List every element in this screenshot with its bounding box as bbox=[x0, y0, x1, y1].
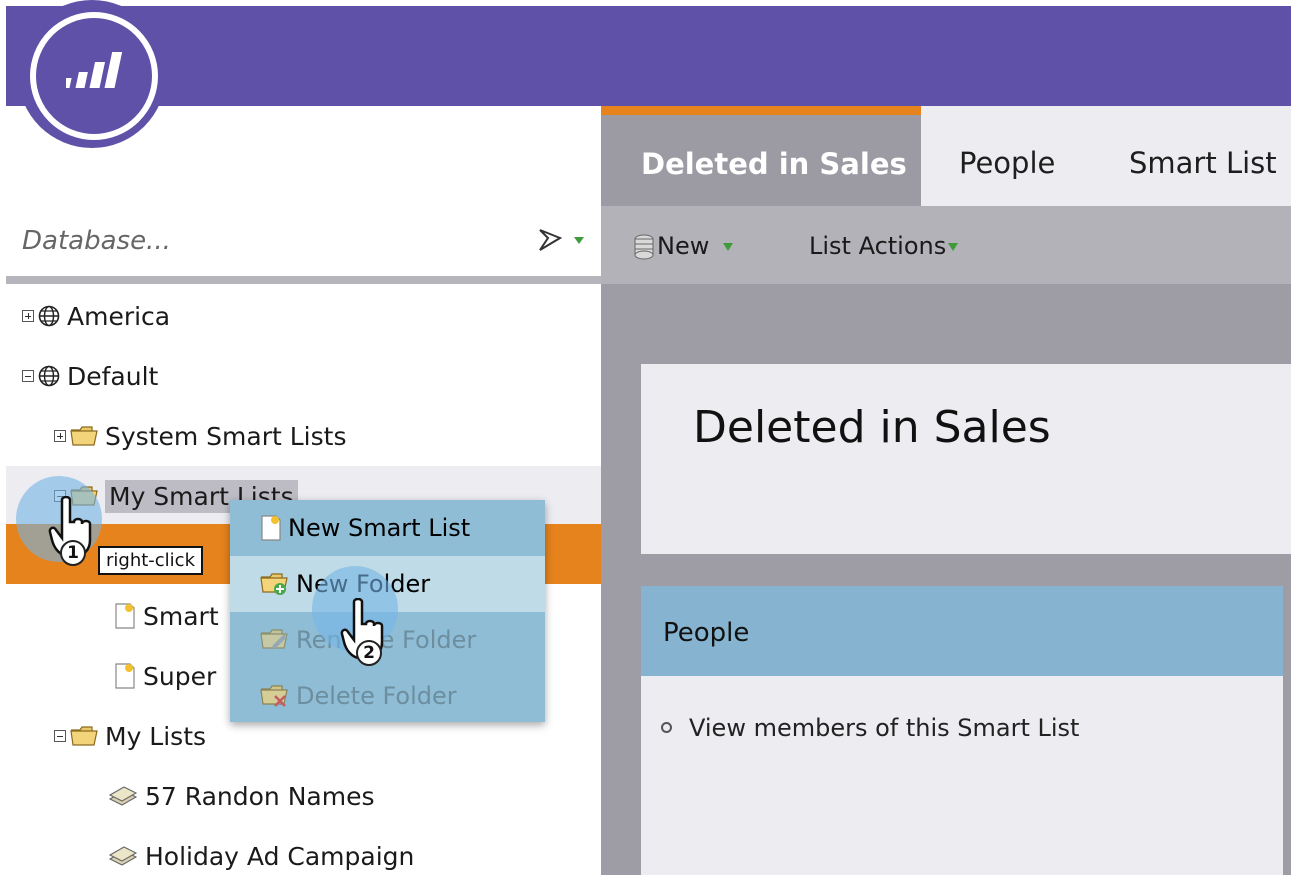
static-list-icon bbox=[108, 846, 138, 866]
tree-label: Default bbox=[67, 361, 159, 391]
bar-chart-icon bbox=[66, 52, 123, 88]
list-actions-button[interactable]: List Actions bbox=[809, 232, 959, 260]
globe-icon bbox=[38, 305, 60, 327]
smart-list-icon bbox=[261, 515, 281, 541]
folder-icon bbox=[70, 426, 98, 446]
tree-label: 57 Randon Names bbox=[145, 781, 375, 811]
smart-list-icon bbox=[115, 603, 135, 629]
smart-list-icon bbox=[115, 663, 135, 689]
tree-node-super[interactable]: Super bbox=[114, 648, 216, 704]
list-actions-label: List Actions bbox=[809, 232, 947, 260]
tree-label: Holiday Ad Campaign bbox=[145, 841, 415, 871]
view-members-label: View members of this Smart List bbox=[689, 714, 1080, 742]
people-panel-header: People bbox=[641, 586, 1283, 676]
expand-icon[interactable] bbox=[22, 310, 34, 322]
dropdown-arrow-icon bbox=[948, 243, 959, 251]
new-label: New bbox=[657, 232, 710, 260]
database-search-row bbox=[6, 210, 601, 270]
tree-node-america[interactable]: America bbox=[22, 288, 170, 344]
delete-folder-icon bbox=[260, 685, 288, 707]
view-members-link[interactable]: View members of this Smart List bbox=[661, 714, 1080, 742]
tree-label: America bbox=[67, 301, 171, 331]
top-bar bbox=[6, 6, 1291, 106]
tree-label: Super bbox=[143, 661, 217, 691]
tree-node-my-lists[interactable]: My Lists bbox=[54, 708, 206, 764]
title-card: Deleted in Sales bbox=[641, 364, 1291, 554]
tree-node-holiday-ad-campaign[interactable]: Holiday Ad Campaign bbox=[108, 828, 414, 884]
menu-label: New Smart List bbox=[288, 514, 471, 542]
tab-people[interactable]: People bbox=[921, 106, 1101, 206]
step-number: 1 bbox=[67, 543, 79, 563]
bullet-icon bbox=[661, 722, 672, 733]
people-panel-body: View members of this Smart List bbox=[641, 676, 1283, 875]
folder-icon bbox=[70, 726, 98, 746]
tab-label: Smart List bbox=[1129, 146, 1277, 180]
expand-icon[interactable] bbox=[54, 430, 66, 442]
right-click-tooltip: right-click bbox=[98, 546, 204, 575]
tree-label: My Lists bbox=[105, 721, 207, 751]
rename-folder-icon bbox=[260, 629, 288, 649]
database-icon bbox=[634, 234, 654, 260]
page-title: Deleted in Sales bbox=[693, 402, 1051, 453]
tab-smart-list[interactable]: Smart List bbox=[1101, 106, 1291, 206]
tab-deleted-in-sales[interactable]: Deleted in Sales bbox=[601, 106, 921, 206]
tree-node-system-smart-lists[interactable]: System Smart Lists bbox=[54, 408, 346, 464]
tree-node-57-randon-names[interactable]: 57 Randon Names bbox=[108, 768, 374, 824]
dropdown-arrow-icon bbox=[723, 243, 734, 251]
people-panel-title: People bbox=[663, 618, 750, 648]
static-list-icon bbox=[108, 786, 138, 806]
new-button[interactable]: New bbox=[633, 232, 734, 260]
tooltip-label: right-click bbox=[106, 550, 196, 571]
collapse-icon[interactable] bbox=[22, 370, 34, 382]
database-search-input[interactable] bbox=[20, 220, 504, 262]
tab-label: Deleted in Sales bbox=[641, 147, 907, 181]
new-folder-icon bbox=[260, 573, 288, 595]
tree-label: Smart bbox=[143, 601, 219, 631]
panel-divider bbox=[6, 276, 601, 284]
step-badge-2: 2 bbox=[356, 640, 382, 666]
globe-icon bbox=[38, 365, 60, 387]
step-badge-1: 1 bbox=[60, 540, 86, 566]
collapse-icon[interactable] bbox=[54, 730, 66, 742]
toolbar: New List Actions bbox=[601, 206, 1291, 284]
tab-strip: Deleted in Sales People Smart List bbox=[601, 106, 1291, 206]
content-area: Deleted in Sales People View members of … bbox=[601, 284, 1291, 875]
filter-icon[interactable] bbox=[538, 226, 584, 254]
tree-node-default[interactable]: Default bbox=[22, 348, 158, 404]
menu-delete-folder: Delete Folder bbox=[230, 668, 545, 724]
menu-new-smart-list[interactable]: New Smart List bbox=[230, 500, 545, 556]
step-number: 2 bbox=[363, 643, 375, 663]
tree-label: System Smart Lists bbox=[105, 421, 347, 451]
tree-node-smart[interactable]: Smart bbox=[114, 588, 219, 644]
marketo-logo[interactable] bbox=[18, 0, 166, 148]
menu-label: Delete Folder bbox=[296, 682, 457, 710]
tab-label: People bbox=[959, 146, 1056, 180]
